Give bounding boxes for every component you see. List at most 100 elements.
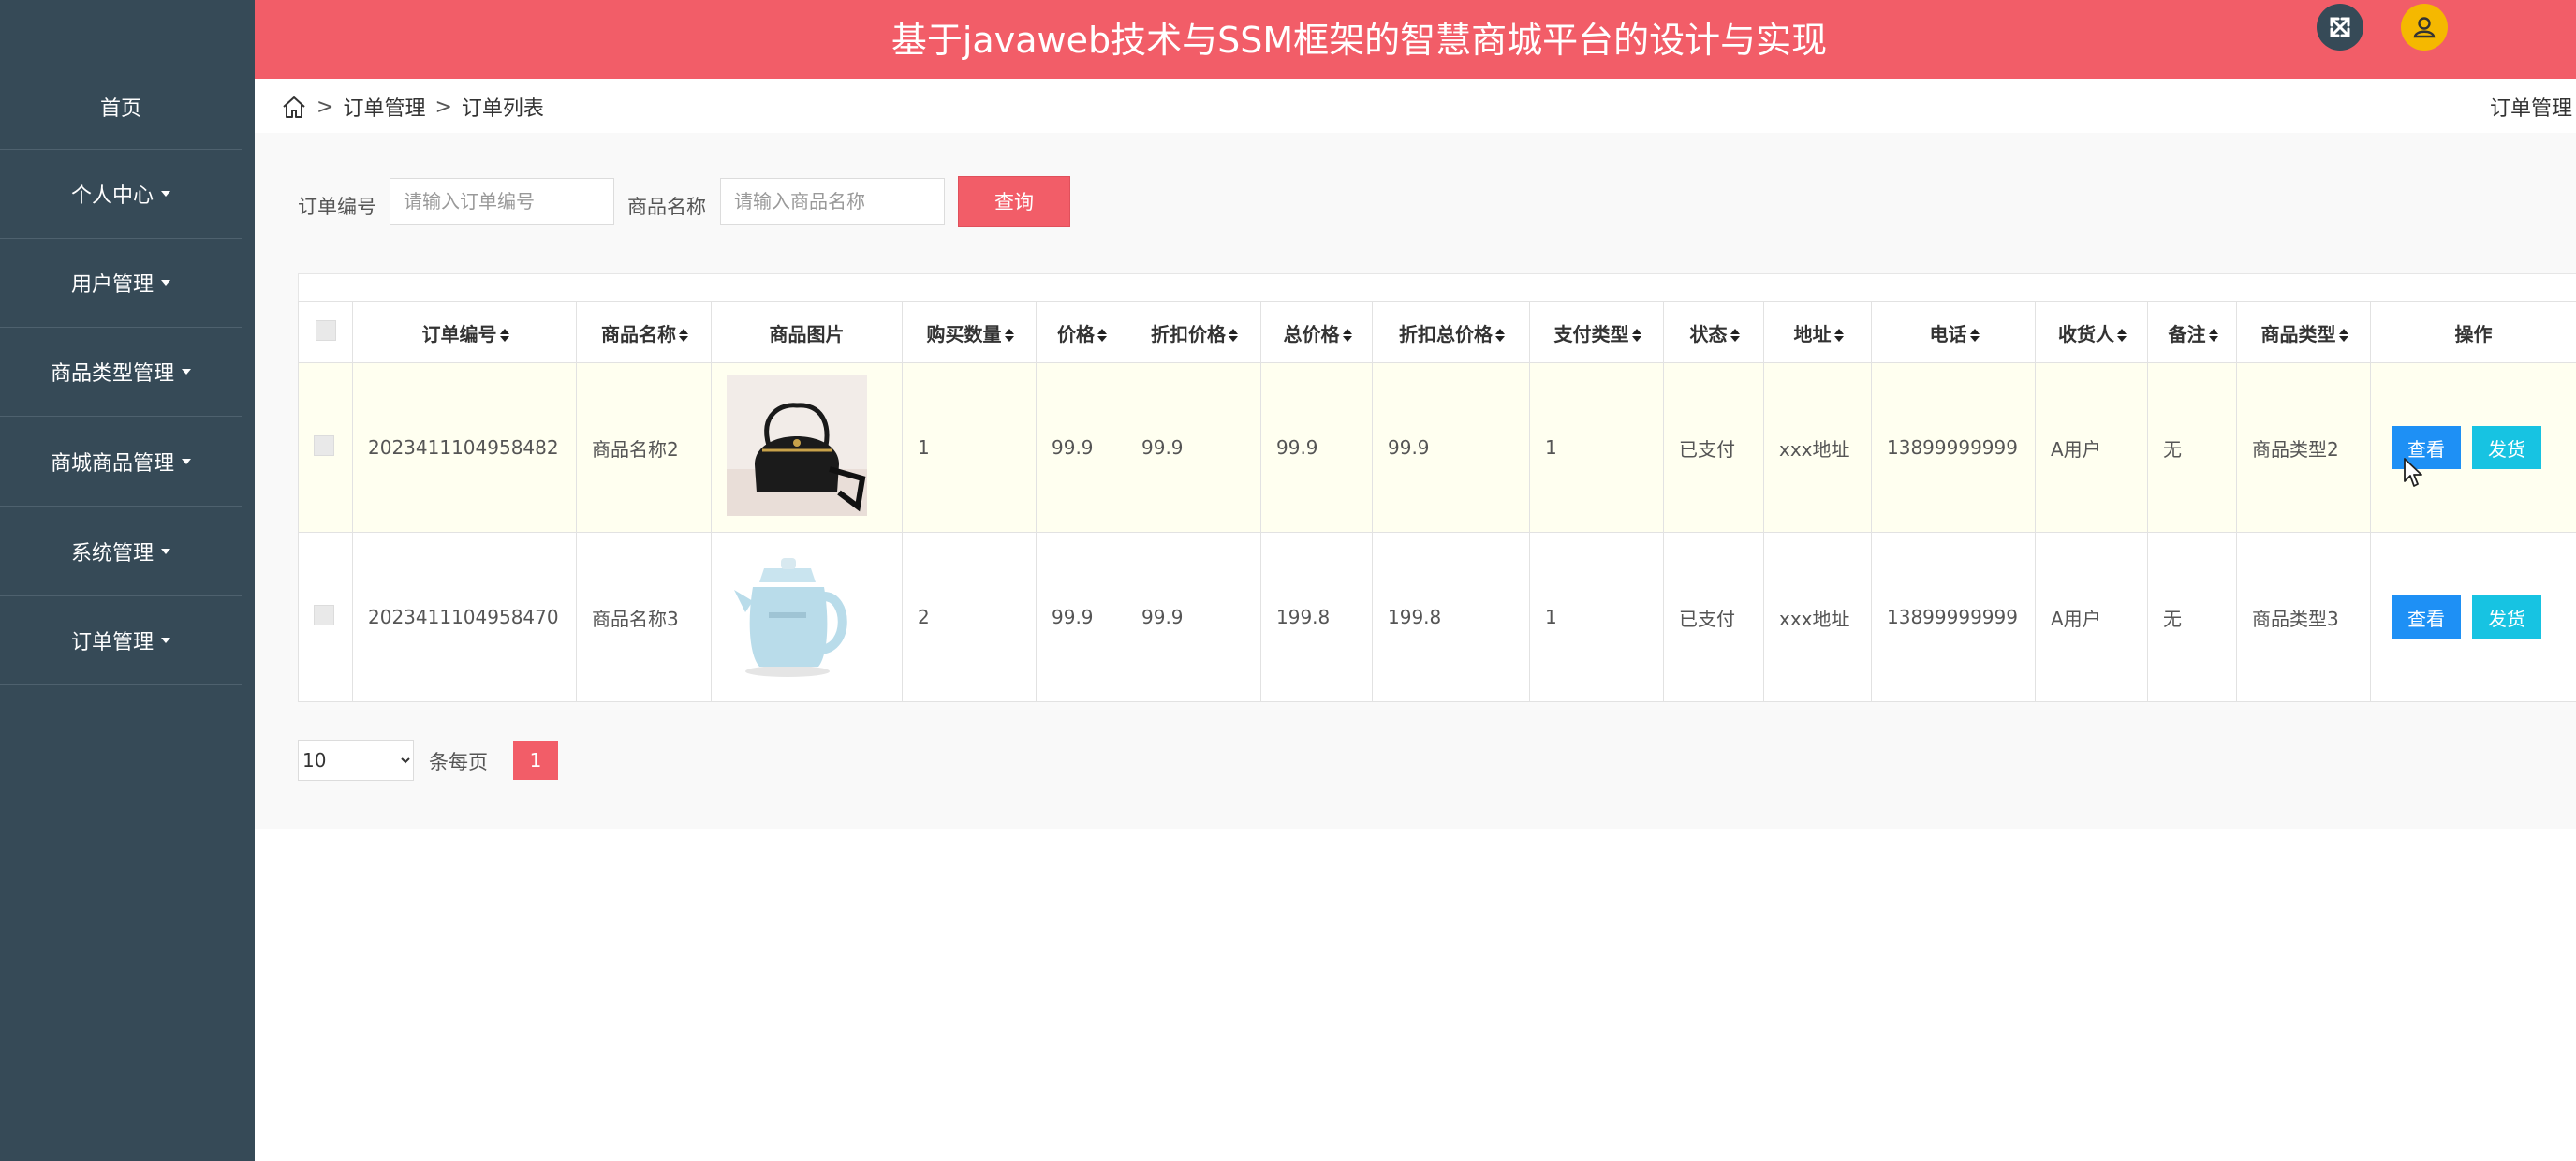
sidebar-item-label: 系统管理: [70, 542, 154, 566]
col-order-no[interactable]: 订单编号: [352, 301, 577, 363]
col-quantity[interactable]: 购买数量: [902, 301, 1037, 363]
pay-type-cell: 1: [1529, 362, 1664, 533]
product-image-cell: [711, 362, 903, 533]
caret-down-icon: [161, 638, 170, 643]
col-label: 商品图片: [769, 322, 845, 345]
col-label: 地址: [1793, 322, 1832, 345]
sidebar-item-mall-product-management[interactable]: 商城商品管理: [0, 418, 242, 507]
col-total-price[interactable]: 总价格: [1260, 301, 1373, 363]
caret-down-icon: [182, 459, 191, 464]
col-label: 电话: [1929, 322, 1967, 345]
order-no-label: 订单编号: [298, 196, 376, 218]
col-label: 支付类型: [1553, 322, 1629, 345]
user-avatar-button[interactable]: [2401, 4, 2448, 51]
col-pay-type[interactable]: 支付类型: [1529, 301, 1664, 363]
breadcrumb-separator: >: [316, 95, 334, 119]
col-label: 收货人: [2058, 322, 2114, 345]
col-product-type[interactable]: 商品类型: [2236, 301, 2371, 363]
ship-button[interactable]: 发货: [2472, 426, 2541, 469]
table-row[interactable]: 2023411104958482 商品名称2 1 99.9 99.9 99.9 …: [298, 362, 2576, 533]
product-name-input[interactable]: [720, 178, 945, 225]
table-header-row: 订单编号 商品名称 商品图片 购买数量 价格 折扣价格 总价格 折扣总价格 支付…: [298, 301, 2576, 363]
sort-icon: [1229, 329, 1238, 342]
product-name-label: 商品名称: [627, 196, 706, 218]
fullscreen-button[interactable]: [2317, 4, 2363, 51]
sort-icon: [1969, 329, 1980, 342]
receiver-cell: A用户: [2035, 532, 2148, 702]
sort-icon: [499, 329, 509, 342]
sort-icon: [1631, 329, 1641, 342]
sidebar-item-personal-center[interactable]: 个人中心: [0, 150, 242, 239]
ship-button[interactable]: 发货: [2472, 595, 2541, 639]
sidebar: 首页 个人中心 用户管理 商品类型管理 商城商品管理 系统管理 订单管理: [0, 0, 255, 1161]
remark-cell: 无: [2147, 362, 2237, 533]
home-icon[interactable]: [281, 94, 307, 120]
product-type-cell: 商品类型3: [2236, 532, 2371, 702]
total-price-cell: 199.8: [1260, 532, 1373, 702]
sort-icon: [1097, 329, 1107, 342]
caret-down-icon: [182, 369, 191, 375]
actions-cell: 查看 发货: [2370, 532, 2576, 702]
status-cell: 已支付: [1663, 532, 1764, 702]
black-handbag-image[interactable]: [727, 375, 867, 516]
page-number-button[interactable]: 1: [513, 741, 558, 780]
product-type-cell: 商品类型2: [2236, 362, 2371, 533]
pay-type-cell: 1: [1529, 532, 1664, 702]
col-product-name[interactable]: 商品名称: [576, 301, 712, 363]
sidebar-item-label: 首页: [99, 97, 141, 121]
total-price-cell: 99.9: [1260, 362, 1373, 533]
orders-table: 订单编号 商品名称 商品图片 购买数量 价格 折扣价格 总价格 折扣总价格 支付…: [298, 301, 2576, 702]
sidebar-item-label: 个人中心: [70, 184, 154, 208]
sort-icon: [1833, 329, 1844, 342]
sidebar-item-user-management[interactable]: 用户管理: [0, 239, 242, 328]
sort-icon: [2117, 329, 2127, 342]
phone-cell: 13899999999: [1871, 362, 2036, 533]
query-button[interactable]: 查询: [958, 176, 1070, 227]
col-label: 操作: [2454, 322, 2493, 345]
breadcrumb-order-list: 订单列表: [461, 97, 544, 121]
col-phone[interactable]: 电话: [1871, 301, 2036, 363]
remark-cell: 无: [2147, 532, 2237, 702]
order-no-input[interactable]: [390, 178, 614, 225]
col-discount-total[interactable]: 折扣总价格: [1372, 301, 1530, 363]
select-all-cell: [298, 301, 353, 363]
col-discount-price[interactable]: 折扣价格: [1126, 301, 1261, 363]
col-address[interactable]: 地址: [1763, 301, 1872, 363]
top-header: 基于javaweb技术与SSM框架的智慧商城平台的设计与实现: [255, 0, 2576, 79]
col-status[interactable]: 状态: [1663, 301, 1764, 363]
select-all-checkbox[interactable]: [315, 319, 336, 341]
sidebar-item-home[interactable]: 首页: [0, 65, 242, 150]
sidebar-item-label: 商城商品管理: [50, 452, 174, 476]
site-title: 基于javaweb技术与SSM框架的智慧商城平台的设计与实现: [891, 19, 1828, 61]
caret-down-icon: [161, 191, 170, 197]
row-checkbox[interactable]: [314, 604, 334, 625]
product-name-cell: 商品名称2: [576, 362, 712, 533]
phone-cell: 13899999999: [1871, 532, 2036, 702]
breadcrumb-separator: >: [434, 95, 452, 119]
sidebar-item-system-management[interactable]: 系统管理: [0, 507, 242, 596]
row-select-cell: [298, 362, 353, 533]
blue-kettle-image[interactable]: [727, 544, 867, 685]
address-cell: xxx地址: [1763, 532, 1872, 702]
col-price[interactable]: 价格: [1036, 301, 1126, 363]
col-label: 备注: [2168, 322, 2206, 345]
sort-icon: [1495, 329, 1505, 342]
col-receiver[interactable]: 收货人: [2035, 301, 2148, 363]
table-row[interactable]: 2023411104958470 商品名称3 2 99.9 99.9 199.8…: [298, 532, 2576, 702]
expand-icon: [2330, 17, 2350, 37]
breadcrumb-order-management[interactable]: 订单管理: [343, 92, 425, 122]
col-label: 折扣价格: [1151, 322, 1226, 345]
row-checkbox[interactable]: [314, 434, 334, 456]
sidebar-item-product-type-management[interactable]: 商品类型管理: [0, 328, 242, 417]
view-button[interactable]: 查看: [2392, 595, 2461, 639]
sidebar-item-label: 订单管理: [70, 631, 154, 654]
sort-icon: [1730, 329, 1740, 342]
order-no-cell: 2023411104958470: [352, 532, 577, 702]
col-label: 总价格: [1283, 322, 1340, 345]
page-size-select[interactable]: 10: [298, 740, 414, 781]
table-toolbar: [298, 273, 2576, 301]
col-remark[interactable]: 备注: [2147, 301, 2237, 363]
quantity-cell: 1: [902, 362, 1037, 533]
col-label: 商品名称: [601, 322, 676, 345]
sidebar-item-order-management[interactable]: 订单管理: [0, 596, 242, 685]
